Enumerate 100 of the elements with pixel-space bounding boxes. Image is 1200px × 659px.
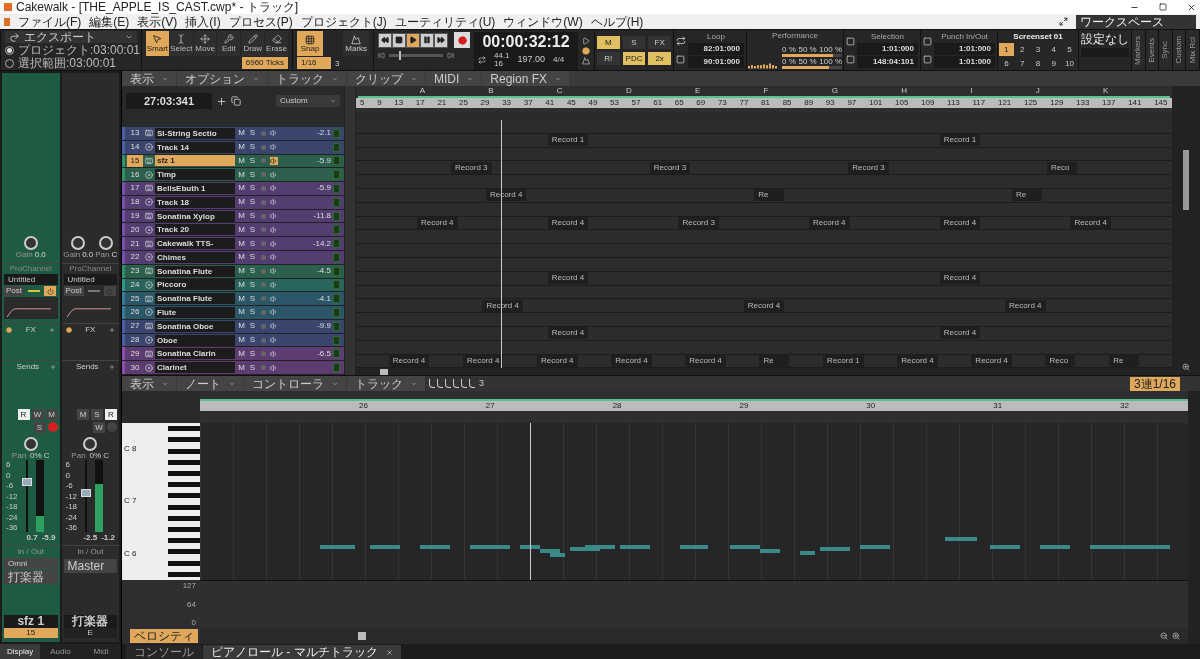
speaker-icon[interactable] [270,156,278,165]
zoom-out-icon[interactable] [1160,632,1168,640]
screenset-slot[interactable]: 2 [1014,43,1030,56]
screenset-slot[interactable]: 1 [999,43,1014,56]
speaker-icon[interactable] [270,212,278,220]
play-icon[interactable] [582,37,590,45]
solo-button[interactable]: S [248,143,257,152]
marker-flag[interactable]: I [970,86,973,96]
knob[interactable] [71,236,86,250]
solo-button[interactable]: S [248,184,257,193]
strip-button[interactable]: M [77,409,89,420]
fullscreen-icon[interactable] [1059,17,1068,26]
speaker-icon[interactable] [270,349,278,358]
mix-button[interactable]: PDC [622,51,646,65]
solo-button[interactable]: S [248,322,257,331]
track-name-field[interactable]: Oboe [155,334,235,346]
output-dropdown[interactable]: 打楽器 [4,570,58,584]
marker-flag[interactable]: C [556,86,563,96]
speaker-icon[interactable] [270,322,278,331]
post-button[interactable]: Post [4,286,24,296]
strip-button[interactable]: W [93,422,105,433]
track-name-field[interactable]: Sonatina Xylop [155,210,235,222]
mix-button[interactable]: FX [648,35,671,49]
menu-item[interactable]: プロジェクト(J) [300,15,387,28]
marker-flag[interactable]: F [763,86,769,96]
add-icon[interactable] [109,364,115,370]
inspector-tab[interactable]: Midi [80,644,121,659]
speaker-icon[interactable] [270,336,278,345]
side-tab[interactable]: Mix Rcl [1186,30,1199,70]
stop-button[interactable] [392,32,406,48]
speaker-icon[interactable] [270,143,278,152]
solo-button[interactable]: S [248,253,257,262]
power-button[interactable] [44,286,56,296]
solo-button[interactable]: S [248,239,257,248]
midi-clip[interactable]: Re [1012,189,1043,202]
view-menu[interactable]: クリップ [347,71,425,86]
solo-button[interactable]: S [248,336,257,345]
close-icon[interactable] [1187,2,1196,12]
fader-thumb[interactable] [81,488,92,497]
export-button[interactable]: エクスポート [5,31,137,43]
menu-item[interactable]: ファイル(F) [18,15,82,28]
marker-flag[interactable]: D [625,86,632,96]
solo-button[interactable]: S [248,129,257,138]
speaker-icon[interactable] [270,253,278,262]
mute-button[interactable]: M [237,143,246,152]
screenset-slot[interactable]: 3 [1030,43,1046,56]
post-button[interactable]: Post [63,286,84,296]
screenset-slot[interactable]: 4 [1046,43,1062,56]
side-tab[interactable]: Custom [1172,30,1186,70]
maximize-icon[interactable] [1159,3,1167,11]
duplicate-icon[interactable] [231,96,241,107]
tool-button[interactable]: Draw [241,31,265,56]
solo-button[interactable]: S [248,198,257,207]
speaker-icon[interactable] [270,129,278,138]
tool-button[interactable]: Edit [217,31,241,56]
inspector-tab[interactable]: Audio [40,644,81,659]
strip-button[interactable]: M [45,409,58,420]
side-tab[interactable]: Sync [1159,30,1172,70]
mute-button[interactable]: M [237,239,246,248]
knob[interactable] [23,236,38,250]
strip-button[interactable]: R [17,409,30,420]
screenset-slot[interactable]: 6 [999,57,1014,70]
solo-button[interactable]: S [248,308,257,317]
midi-clip[interactable]: Record 4 [547,272,589,285]
strip-button[interactable]: S [33,422,46,433]
pan-knob[interactable] [83,437,98,451]
midi-clip[interactable]: Record 4 [743,299,785,312]
menu-item[interactable]: ウィンドウ(W) [503,15,583,28]
view-menu[interactable]: 表示 [122,71,176,86]
solo-button[interactable]: S [248,225,257,234]
rewind-button[interactable] [378,32,392,48]
track-name-field[interactable]: Clarinet [155,362,235,374]
mute-button[interactable]: M [237,184,246,193]
mix-button[interactable]: R! [597,51,620,65]
track-name-field[interactable]: Timp [155,169,235,181]
side-tab[interactable]: Events [1145,30,1159,70]
mute-button[interactable]: M [237,308,246,317]
vertical-scrollbar[interactable] [1183,150,1189,210]
screenset-slot[interactable]: 7 [1014,57,1030,70]
solo-button[interactable]: S [248,212,257,220]
mute-button[interactable]: M [237,349,246,358]
speaker-icon[interactable] [270,363,278,372]
side-tab[interactable]: Markers [1132,30,1145,70]
view-menu[interactable]: ノート [177,376,243,391]
midi-clip[interactable]: Record 4 [1005,299,1046,312]
track-name-field[interactable]: SI-String Sectio [155,127,235,139]
marker-flag[interactable]: B [488,86,494,96]
scrollbar-thumb[interactable] [380,368,388,375]
solo-button[interactable]: S [248,267,257,276]
midi-clip[interactable]: Record 1 [939,134,981,147]
strip-button[interactable]: W [31,409,44,420]
marker-flag[interactable]: G [831,86,838,96]
speaker-icon[interactable] [270,239,278,248]
track-name-field[interactable]: Flute [155,307,235,318]
add-icon[interactable] [49,327,56,333]
track-name-field[interactable]: sfz 1 [155,155,235,167]
solo-button[interactable]: S [248,363,257,372]
track-name-field[interactable]: Sonatina Clarin [155,348,235,360]
tool-button[interactable]: Erase [265,31,288,56]
record-mode-icon[interactable] [582,47,590,55]
